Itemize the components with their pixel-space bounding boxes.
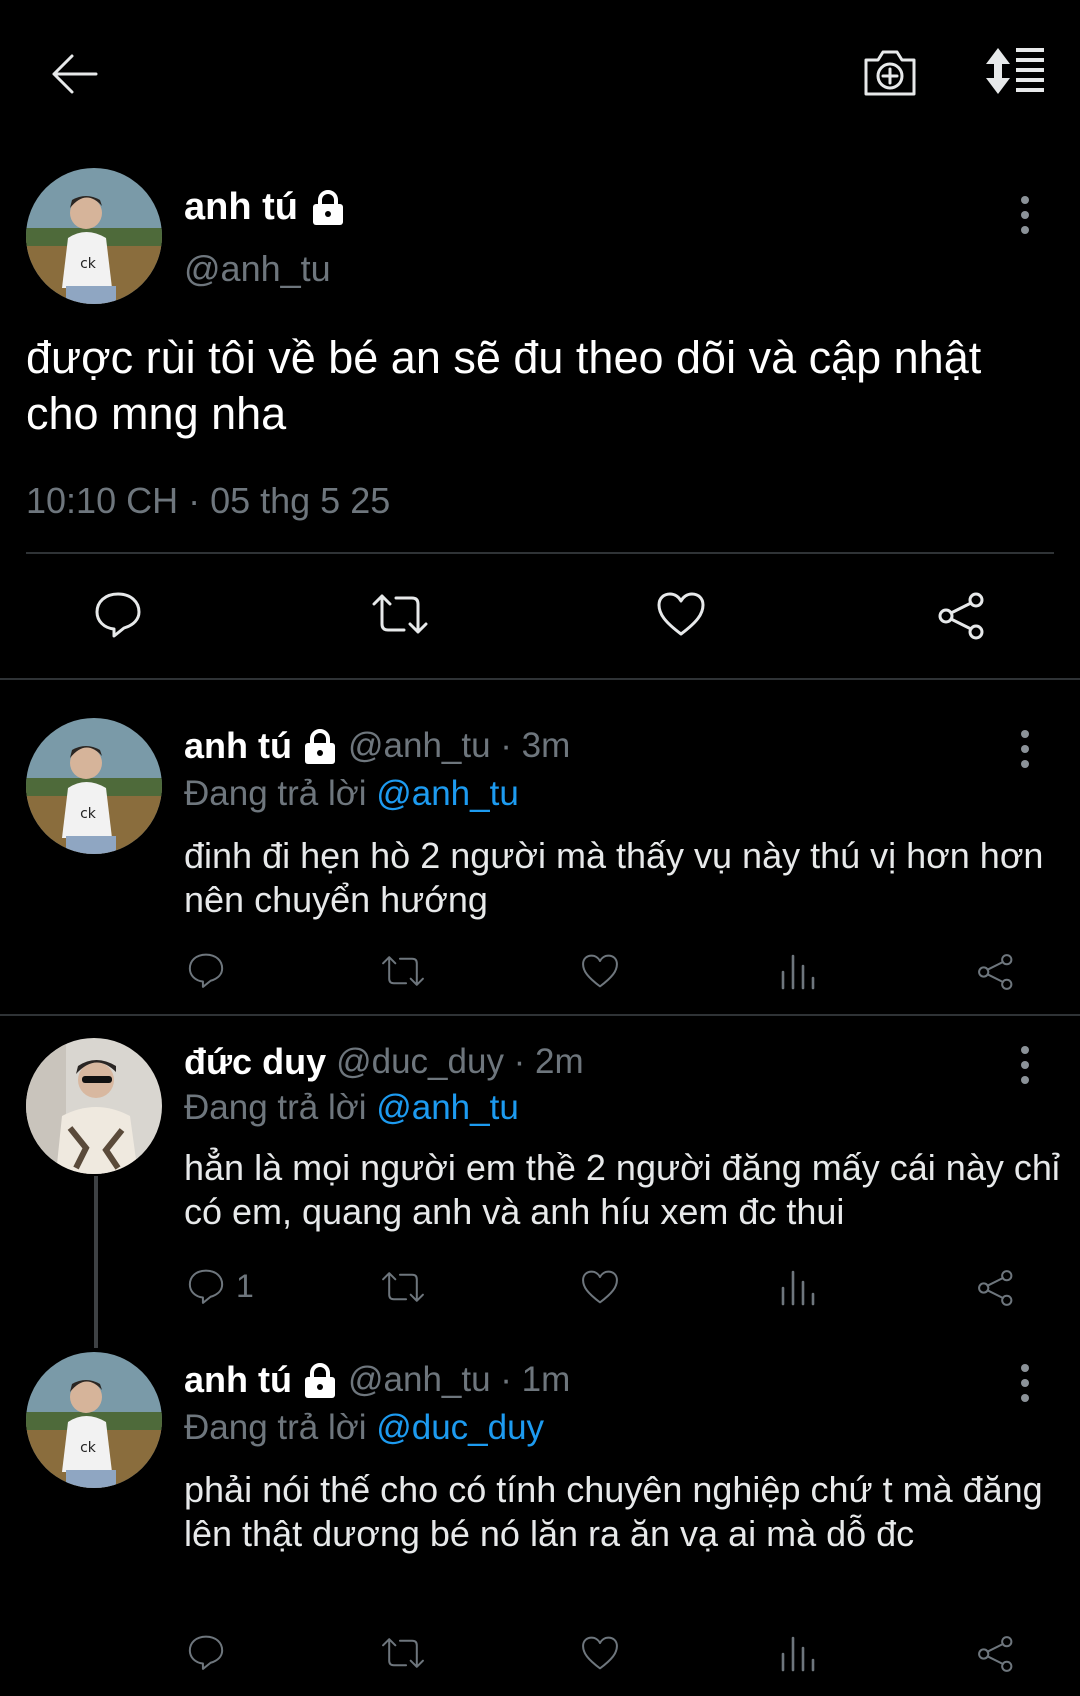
replying-to: Đang trả lời @anh_tu [184, 772, 519, 816]
avatar[interactable] [26, 1038, 162, 1174]
replying-to: Đang trả lời @duc_duy [184, 1406, 544, 1450]
retweet-icon [382, 1272, 424, 1302]
handle-time[interactable]: @anh_tu · 1m [348, 1358, 570, 1402]
retweet-button[interactable] [370, 590, 430, 638]
mention-link[interactable]: @duc_duy [376, 1408, 544, 1447]
handle-time[interactable]: @duc_duy · 2m [336, 1040, 584, 1084]
reply-icon [188, 1269, 224, 1304]
display-name[interactable]: đức duy [184, 1040, 326, 1084]
back-arrow-icon[interactable] [44, 46, 104, 102]
more-icon[interactable] [1019, 730, 1031, 775]
views-button[interactable] [780, 952, 816, 990]
reply-button[interactable] [186, 1632, 226, 1672]
share-button[interactable] [936, 590, 988, 642]
share-button[interactable] [976, 1268, 1016, 1308]
timestamp: 10:10 CH · 05 thg 5 25 [26, 480, 391, 521]
handle[interactable]: @anh_tu [184, 248, 331, 290]
lock-icon [300, 726, 340, 766]
mention-link[interactable]: @anh_tu [376, 774, 519, 813]
mention-link[interactable]: @anh_tu [376, 1088, 519, 1127]
display-name[interactable]: anh tú [184, 1358, 292, 1402]
retweet-icon [382, 956, 424, 986]
reply-text: phải nói thế cho có tính chuyên nghiệp c… [184, 1469, 1043, 1554]
retweet-button[interactable] [380, 952, 426, 990]
like-button[interactable] [655, 590, 707, 638]
views-icon [781, 954, 815, 990]
thread-line [94, 1176, 98, 1348]
avatar[interactable]: ck [26, 718, 162, 854]
views-button[interactable] [780, 1268, 816, 1306]
reply-header: anh tú @anh_tu · 1m [184, 1358, 570, 1402]
replying-to: Đang trả lời @anh_tu [184, 1086, 519, 1130]
share-icon [978, 1270, 1013, 1306]
replying-label: Đang trả lời [184, 1408, 367, 1447]
sort-icon[interactable] [980, 44, 1050, 100]
views-icon [781, 1636, 815, 1672]
views-icon [781, 1270, 815, 1306]
share-icon [938, 592, 984, 640]
views-button[interactable] [780, 1634, 816, 1672]
lock-icon [308, 187, 348, 227]
retweet-icon [372, 594, 428, 634]
handle-time[interactable]: @anh_tu · 3m [348, 724, 570, 768]
replying-label: Đang trả lời [184, 774, 367, 813]
divider [26, 552, 1054, 554]
svg-text:ck: ck [80, 1440, 97, 1456]
display-name[interactable]: anh tú [184, 724, 292, 768]
reply-header: anh tú @anh_tu · 3m [184, 724, 570, 768]
reply-text: đinh đi hẹn hò 2 người mà thấy vụ này th… [184, 835, 1044, 920]
more-icon[interactable] [1019, 1046, 1031, 1091]
avatar[interactable]: ck [26, 168, 162, 304]
share-button[interactable] [976, 952, 1016, 992]
reply-text: hẳn là mọi người em thề 2 người đăng mấy… [184, 1147, 1060, 1232]
like-button[interactable] [580, 1634, 620, 1672]
reply-icon [188, 953, 224, 988]
lock-icon [300, 1360, 340, 1400]
reply-button[interactable] [92, 588, 144, 640]
main-author: anh tú [184, 184, 348, 230]
reply-button[interactable] [186, 950, 226, 990]
like-icon [657, 592, 705, 636]
like-button[interactable] [580, 1268, 620, 1306]
share-button[interactable] [976, 1634, 1016, 1674]
reply-button[interactable]: 1 [186, 1266, 254, 1306]
tweet-text: được rùi tôi về bé an sẽ đu theo dõi và … [26, 332, 982, 439]
reply-header: đức duy @duc_duy · 2m [184, 1040, 584, 1084]
like-icon [582, 1636, 618, 1670]
reply-icon [95, 592, 141, 638]
divider [0, 678, 1080, 680]
reply-icon [188, 1635, 224, 1670]
more-icon[interactable] [1019, 196, 1031, 241]
more-icon[interactable] [1019, 1364, 1031, 1409]
like-icon [582, 954, 618, 988]
avatar[interactable]: ck [26, 1352, 162, 1488]
share-icon [978, 1636, 1013, 1672]
share-icon [978, 954, 1013, 990]
divider [0, 1014, 1080, 1016]
display-name[interactable]: anh tú [184, 186, 298, 229]
camera-plus-icon[interactable] [860, 44, 920, 100]
svg-text:ck: ck [80, 806, 97, 822]
svg-text:ck: ck [80, 256, 97, 272]
retweet-button[interactable] [380, 1634, 426, 1672]
reply-count: 1 [236, 1267, 254, 1304]
retweet-icon [382, 1638, 424, 1668]
top-bar [0, 0, 1080, 140]
like-icon [582, 1270, 618, 1304]
retweet-button[interactable] [380, 1268, 426, 1306]
like-button[interactable] [580, 952, 620, 990]
replying-label: Đang trả lời [184, 1088, 367, 1127]
